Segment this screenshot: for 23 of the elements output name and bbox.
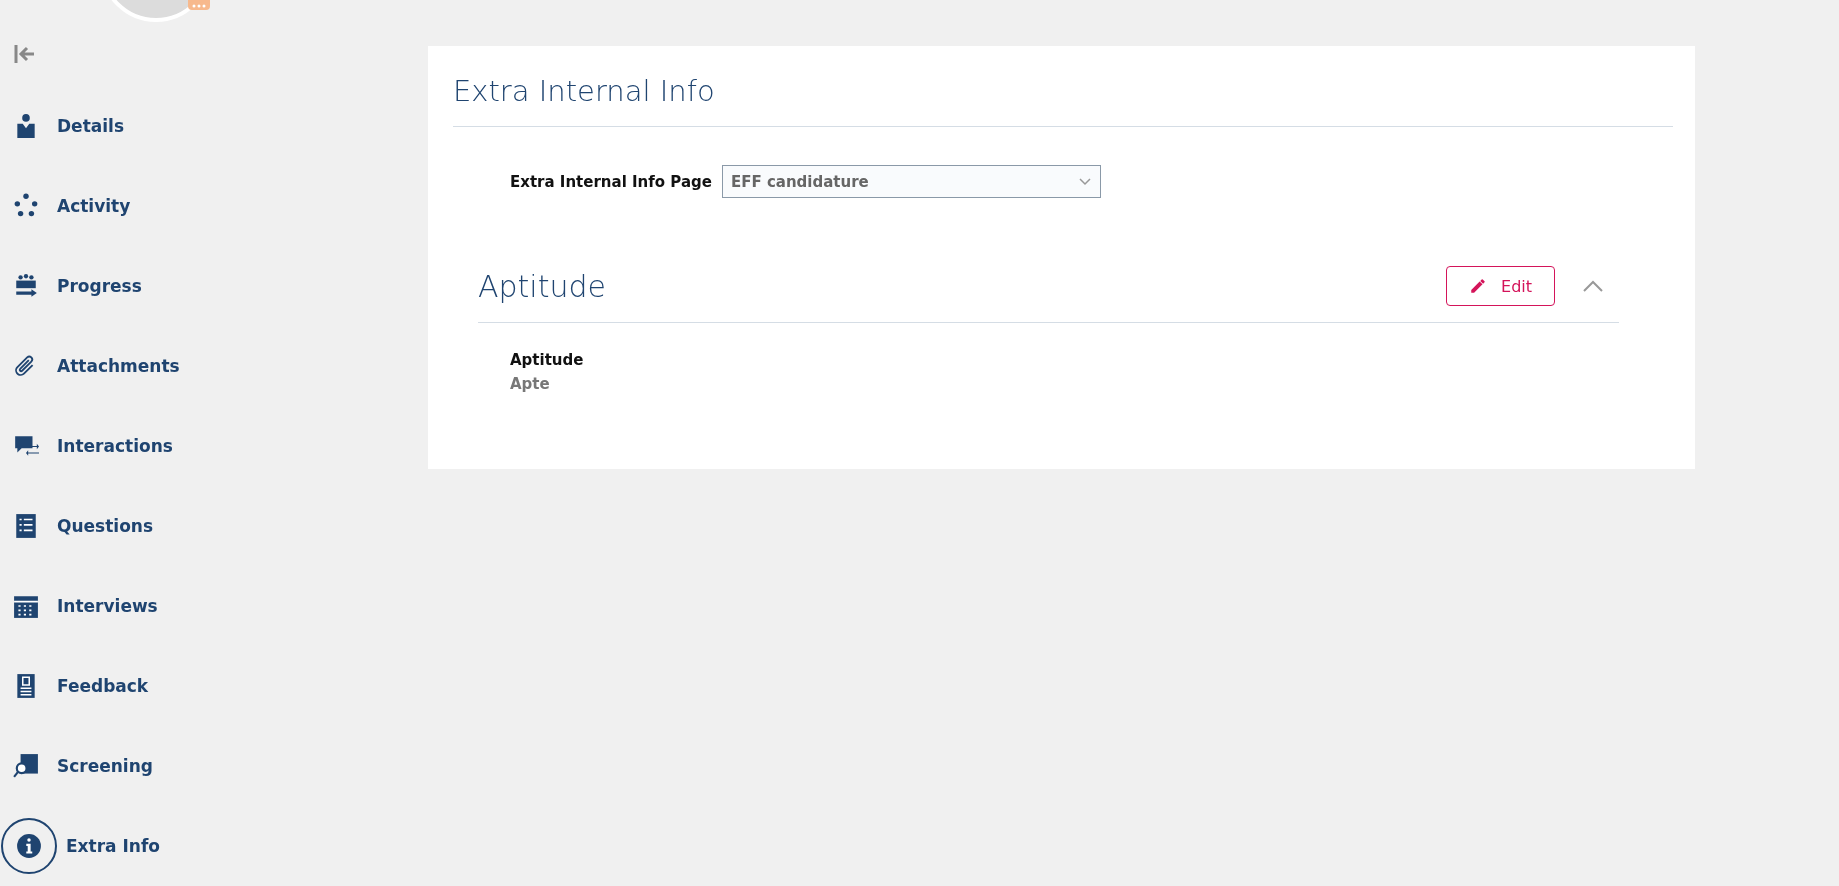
dots-icon [192,4,206,8]
sidebar-item[interactable]: Attachments [0,326,300,406]
edit-button[interactable]: Edit [1446,266,1555,306]
chevron-up-icon [1582,279,1604,293]
field-label: Extra Internal Info Page [510,172,712,191]
page-select[interactable]: EFF candidature [721,165,1101,198]
sidebar-item[interactable]: Interviews [0,566,300,646]
field-value: Apte [510,375,551,393]
sidebar-item[interactable]: Activity [0,166,300,246]
chevron-down-icon [1077,176,1092,187]
sidebar-item[interactable]: Extra Info [0,806,300,886]
sidebar-item[interactable]: Progress [0,246,300,326]
sidebar-item[interactable]: Details [0,86,300,166]
page-title: Extra Internal Info [453,74,1673,127]
section-title: Aptitude [478,268,606,304]
collapse-icon [14,44,36,64]
info-icon [16,833,42,859]
pencil-icon [1469,277,1487,295]
sidebar-item[interactable]: Questions [0,486,300,566]
sidebar-item[interactable]: Feedback [0,646,300,726]
sidebar-item[interactable]: Interactions [0,406,300,486]
field-label: Aptitude [510,351,585,369]
sidebar-item[interactable]: Screening [0,726,300,806]
